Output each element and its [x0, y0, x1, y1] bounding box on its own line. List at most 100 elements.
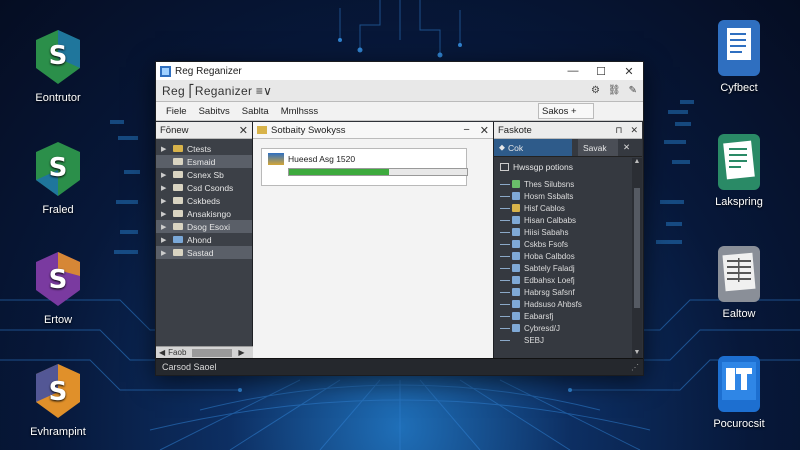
- menu-bar: Fiele Sabitvs Sablta Mmlhsss Sakos +: [156, 102, 643, 121]
- s-app-icon: S: [33, 140, 83, 198]
- tab-cok[interactable]: ⬥ Cok: [494, 139, 572, 156]
- list-item[interactable]: Hoba Calbdos: [494, 250, 642, 262]
- close-icon[interactable]: ✕: [630, 125, 638, 136]
- minimize-button[interactable]: —: [559, 62, 587, 80]
- settings-icon[interactable]: ⚙: [591, 85, 600, 96]
- vertical-scrollbar[interactable]: ▲ ▼: [632, 158, 642, 358]
- chevron-right-icon[interactable]: ▶: [161, 171, 170, 179]
- progress-bar: [288, 168, 468, 176]
- tree-item[interactable]: ▶ Ahond: [156, 233, 252, 246]
- chevron-right-icon[interactable]: ▶: [161, 236, 170, 244]
- close-icon[interactable]: ✕: [480, 124, 489, 137]
- tab-label: Cok: [507, 142, 524, 153]
- app-icon: [160, 65, 171, 77]
- svg-text:S: S: [49, 377, 68, 407]
- tree-item[interactable]: ▶ Cskbeds: [156, 194, 252, 207]
- menu-mmlhsss[interactable]: Mmlhsss: [275, 106, 324, 117]
- chevron-right-icon[interactable]: ▶: [161, 210, 170, 218]
- desktop-icon-lakspring[interactable]: Lakspring: [684, 132, 794, 208]
- desktop-icon-ealtow[interactable]: Ealtow: [684, 244, 794, 320]
- list-item[interactable]: Hosm Ssbalts: [494, 190, 642, 202]
- tab-savak[interactable]: Savak: [578, 139, 618, 156]
- side-tab-button[interactable]: Sakos +: [538, 103, 594, 119]
- list-item[interactable]: Habrsg Safsnf: [494, 286, 642, 298]
- maximize-button[interactable]: ☐: [587, 62, 615, 80]
- scrollbar-thumb[interactable]: [634, 188, 640, 308]
- desktop-icon-eontrutor[interactable]: S Eontrutor: [3, 28, 113, 104]
- folder-pane-header: Fōnew ✕: [156, 122, 252, 139]
- desktop-icon-fraled[interactable]: S Fraled: [3, 140, 113, 216]
- folder-icon: [173, 145, 183, 152]
- menu-sabitvs[interactable]: Sabitvs: [193, 106, 236, 117]
- tree-item-label: Csnex Sb: [187, 169, 224, 180]
- close-icon[interactable]: ✕: [618, 139, 635, 156]
- desktop-icon-evhrampint[interactable]: S Evhrampint: [3, 362, 113, 438]
- scrollbar-thumb[interactable]: [192, 348, 233, 357]
- tree-item[interactable]: ▶ Csnex Sb: [156, 168, 252, 181]
- item-icon: [512, 276, 520, 284]
- resize-grip-icon[interactable]: ⋰: [631, 363, 643, 372]
- folder-icon: [173, 158, 183, 165]
- list-item[interactable]: Edbahsx Loefj: [494, 274, 642, 286]
- list-item[interactable]: Hadsuso Ahbsfs: [494, 298, 642, 310]
- horizontal-scrollbar[interactable]: ◀ Faob ▶: [156, 346, 253, 358]
- close-icon[interactable]: ✕: [239, 124, 248, 137]
- list-item[interactable]: Hisf Cablos: [494, 202, 642, 214]
- scroll-up-icon[interactable]: ▲: [632, 158, 642, 165]
- folder-icon: [173, 184, 183, 191]
- list-item[interactable]: Eabarsfj: [494, 310, 642, 322]
- list-item[interactable]: Cybresd/J: [494, 322, 642, 334]
- list-item[interactable]: Hisan Calbabs: [494, 214, 642, 226]
- list-item[interactable]: Cskbs Fsofs: [494, 238, 642, 250]
- svg-text:S: S: [49, 41, 68, 71]
- pin-icon[interactable]: ⊓: [615, 125, 622, 136]
- desktop-icon-label: Lakspring: [715, 196, 763, 208]
- item-icon: [512, 204, 520, 212]
- desktop-icon-cyfbect[interactable]: Cyfbect: [684, 18, 794, 94]
- item-icon: [512, 312, 520, 320]
- chevron-right-icon[interactable]: ▶: [161, 223, 170, 231]
- folder-pane-title: Fōnew: [160, 124, 189, 136]
- link-icon[interactable]: ⛓: [608, 85, 621, 96]
- status-text: Carsod Saoel: [162, 362, 217, 372]
- scroll-right-icon[interactable]: ▶: [238, 348, 244, 357]
- desktop-icon-pocurocsit[interactable]: Pocurocsit: [684, 354, 794, 430]
- close-button[interactable]: ✕: [615, 62, 643, 80]
- desktop-icon-label: Eontrutor: [35, 92, 81, 104]
- item-icon: [512, 180, 520, 188]
- tree-item[interactable]: ▶ Csd Csonds: [156, 181, 252, 194]
- group-header[interactable]: Hwssgp potions: [494, 160, 642, 174]
- chevron-right-icon[interactable]: ▶: [161, 145, 170, 153]
- tree-item[interactable]: ▶ Ctests: [156, 142, 252, 155]
- tree-item-label: Cskbeds: [187, 195, 221, 206]
- tree-item[interactable]: ▶ Dsog Esoxi: [156, 220, 252, 233]
- tab-label: Savak: [583, 142, 607, 153]
- tree-item-label: Ctests: [187, 143, 212, 154]
- pin-icon[interactable]: ✎: [629, 85, 637, 96]
- tree-item-label: Ansakisngo: [187, 208, 231, 219]
- scroll-down-icon[interactable]: ▼: [632, 349, 642, 356]
- list-item[interactable]: Thes Silubsns: [494, 178, 642, 190]
- tree-item[interactable]: Esmaid: [156, 155, 252, 168]
- chevron-right-icon[interactable]: ▶: [161, 184, 170, 192]
- list-item[interactable]: Hiisi Sabahs: [494, 226, 642, 238]
- item-icon: [512, 264, 520, 272]
- desktop-icon-ertow[interactable]: S Ertow: [3, 250, 113, 326]
- list-item[interactable]: SEBJ: [494, 334, 642, 346]
- tree-item[interactable]: ▶ Sastad: [156, 246, 252, 259]
- scroll-left-icon[interactable]: ◀: [159, 348, 165, 357]
- chevron-right-icon[interactable]: ▶: [161, 197, 170, 205]
- app-window: Reg Reganizer — ☐ ✕ Reg ⎡Reganizer ≡∨ ⚙ …: [155, 61, 644, 376]
- chevron-right-icon[interactable]: ▶: [161, 249, 170, 257]
- tree-item[interactable]: ▶ Ansakisngo: [156, 207, 252, 220]
- desktop-icon-label: Ealtow: [722, 308, 756, 320]
- tree-item-label: Sastad: [187, 247, 214, 258]
- desktop-icon-label: Cyfbect: [720, 82, 758, 94]
- list-item[interactable]: Sabtely Faladj: [494, 262, 642, 274]
- window-title: Reg Reganizer: [175, 65, 242, 77]
- menu-file[interactable]: Fiele: [160, 106, 193, 117]
- address-bar[interactable]: Reg ⎡Reganizer ≡∨ ⚙ ⛓ ✎: [156, 80, 643, 102]
- spreadsheet-icon: [714, 244, 764, 302]
- menu-sablta[interactable]: Sablta: [236, 106, 275, 117]
- minimize-pane-icon[interactable]: −: [463, 124, 469, 136]
